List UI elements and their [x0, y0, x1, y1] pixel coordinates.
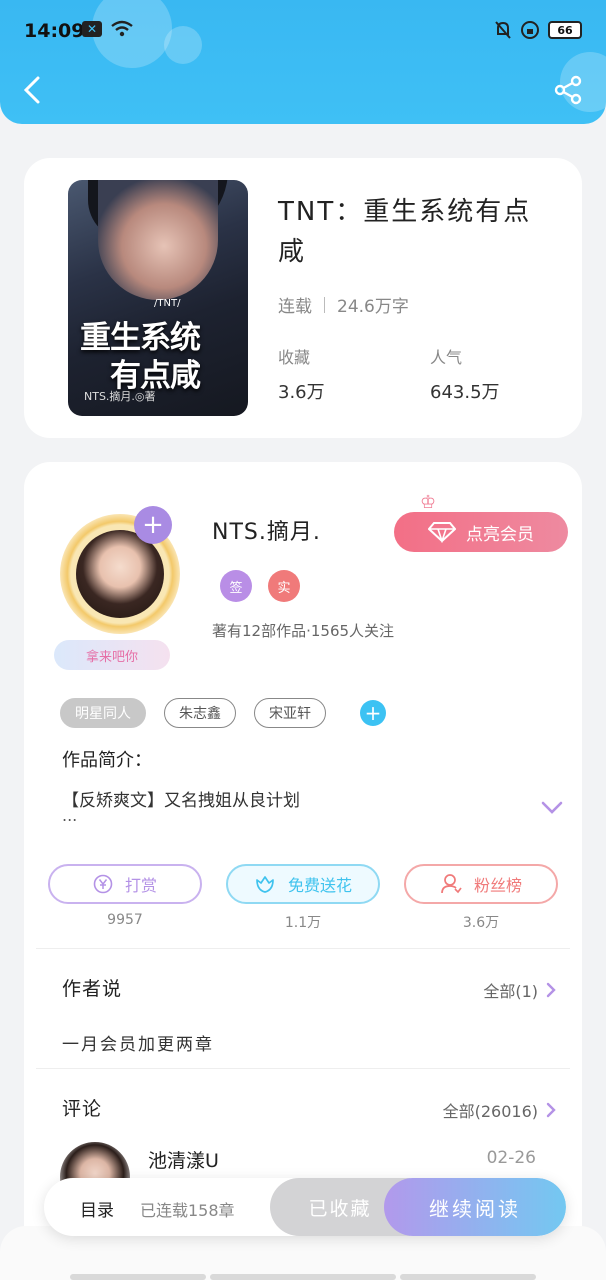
meta-divider: [324, 296, 325, 313]
flower-count: 1.1万: [284, 915, 322, 931]
intro-ellipsis: ...: [62, 806, 78, 825]
author-stats: 著有12部作品·1565人关注: [212, 622, 395, 640]
divider: [36, 1068, 570, 1069]
bell-mute-icon: [495, 21, 511, 39]
collect-value: 3.6万: [278, 382, 325, 403]
tag-item[interactable]: 明星同人: [60, 698, 146, 728]
fans-label: 粉丝榜: [473, 876, 522, 895]
cover-tag: /TNT/: [154, 298, 181, 309]
status-bar: 14:09 ✕ 66: [0, 0, 606, 62]
author-note-more[interactable]: 全部(1): [483, 978, 556, 1002]
notification-x-icon: ✕: [82, 21, 102, 37]
tag-item[interactable]: 宋亚轩: [254, 698, 326, 728]
tag-list: 明星同人 朱志鑫 宋亚轩 +: [60, 698, 386, 728]
book-status: 连载: [278, 297, 312, 317]
book-word-count: 24.6万字: [337, 297, 409, 317]
book-title: TNT：重生系统有点咸: [278, 197, 532, 267]
catalog-button[interactable]: 目录: [80, 1196, 114, 1221]
divider: [36, 948, 570, 949]
bottom-action-bar: 目录 已连载158章 已收藏 继续阅读: [44, 1178, 566, 1236]
book-meta: 连载 24.6万字: [278, 292, 409, 317]
reward-count: 9957: [107, 912, 143, 928]
back-arrow-icon[interactable]: [18, 74, 50, 106]
fans-count: 3.6万: [462, 915, 500, 931]
yen-coin-icon: [93, 874, 113, 894]
author-note-title: 作者说: [62, 978, 123, 1000]
nav-hint-bar: [210, 1274, 396, 1280]
share-icon[interactable]: [552, 74, 584, 106]
intro-label: 作品简介：: [62, 750, 152, 771]
signed-badge: 签: [220, 570, 252, 602]
cover-portrait: [98, 180, 218, 300]
send-flower-button[interactable]: 免费送花: [226, 864, 380, 904]
chevron-right-icon: [546, 1102, 556, 1118]
intro-text: 【反矫爽文】又名拽姐从良计划: [62, 791, 300, 811]
diamond-icon: [428, 522, 456, 543]
nav-hint-bar: [400, 1274, 536, 1280]
author-name[interactable]: NTS.摘月.: [212, 514, 321, 546]
comments-more-label: 全部(26016): [442, 1102, 538, 1121]
book-cover[interactable]: /TNT/ 重生系统 有点咸 NTS.摘月.◎著: [68, 180, 248, 416]
chevron-right-icon: [546, 982, 556, 998]
follow-author-button[interactable]: +: [134, 506, 172, 544]
comment-date: 02-26: [486, 1148, 536, 1168]
comments-title: 评论: [62, 1098, 103, 1120]
app-header: 14:09 ✕ 66: [0, 0, 606, 124]
nav-hint-bar: [70, 1274, 206, 1280]
popularity-value: 643.5万: [430, 382, 500, 403]
fans-action: 粉丝榜 3.6万: [404, 864, 558, 932]
crown-icon: ♔: [420, 492, 437, 513]
vip-button[interactable]: 点亮会员: [394, 512, 568, 552]
status-time: 14:09: [24, 20, 85, 42]
user-icon: [441, 874, 462, 894]
continue-reading-button[interactable]: 继续阅读: [384, 1178, 566, 1236]
popularity-stat: 人气 643.5万: [430, 344, 500, 404]
collect-stat: 收藏 3.6万: [278, 344, 325, 404]
collect-label: 收藏: [278, 348, 311, 367]
author-note-text: 一月会员加更两章: [62, 1035, 214, 1055]
avatar-nameplate: 拿来吧你: [54, 640, 170, 670]
battery-indicator: 66: [548, 21, 582, 39]
vip-button-label: 点亮会员: [466, 524, 534, 545]
chevron-down-icon[interactable]: [540, 800, 564, 816]
flower-icon: [256, 876, 274, 893]
book-info-card: /TNT/ 重生系统 有点咸 NTS.摘月.◎著 TNT：重生系统有点咸 连载 …: [24, 158, 582, 438]
flower-action: 免费送花 1.1万: [226, 864, 380, 932]
reward-label: 打赏: [124, 876, 157, 895]
author-note-more-label: 全部(1): [483, 982, 538, 1001]
serial-chapters: 已连载158章: [140, 1201, 235, 1220]
book-detail-card: + 拿来吧你 NTS.摘月. ♔ 点亮会员 签 实 著有12部作品·1565人关…: [24, 462, 582, 1280]
flower-label: 免费送花: [287, 876, 352, 895]
popularity-label: 人气: [430, 348, 463, 367]
add-tag-button[interactable]: +: [360, 700, 386, 726]
action-row: 打赏 9957 免费送花 1.1万 粉丝榜 3.6万: [48, 864, 558, 932]
reward-action: 打赏 9957: [48, 864, 202, 932]
tag-item[interactable]: 朱志鑫: [164, 698, 236, 728]
fan-ranking-button[interactable]: 粉丝榜: [404, 864, 558, 904]
lock-rotation-icon: [521, 21, 539, 39]
cover-author: NTS.摘月.◎著: [84, 390, 156, 403]
wifi-icon: [111, 20, 133, 37]
verified-badge: 实: [268, 570, 300, 602]
reward-button[interactable]: 打赏: [48, 864, 202, 904]
comments-more[interactable]: 全部(26016): [443, 1098, 556, 1122]
commenter-name: 池清漾U: [148, 1150, 219, 1172]
